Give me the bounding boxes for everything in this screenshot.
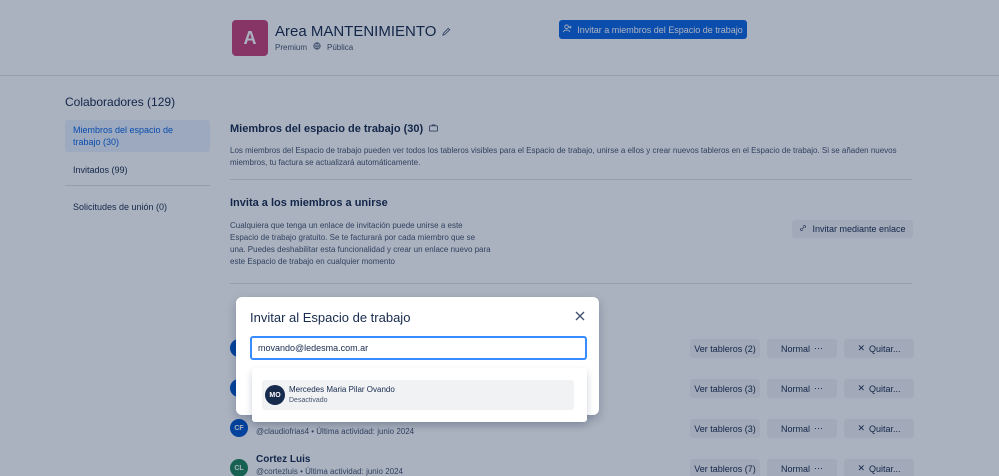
suggestion-avatar: MO (265, 385, 285, 405)
suggestion-dropdown: MO Mercedes Maria Pilar Ovando Desactiva… (252, 368, 587, 422)
suggestion-name: Mercedes Maria Pilar Ovando (289, 385, 395, 394)
suggestion-item[interactable]: MO Mercedes Maria Pilar Ovando Desactiva… (262, 380, 574, 410)
modal-close-icon[interactable] (573, 309, 587, 323)
suggestion-status: Desactivado (289, 397, 328, 404)
invite-email-input[interactable] (250, 336, 587, 360)
modal-title: Invitar al Espacio de trabajo (250, 310, 411, 325)
